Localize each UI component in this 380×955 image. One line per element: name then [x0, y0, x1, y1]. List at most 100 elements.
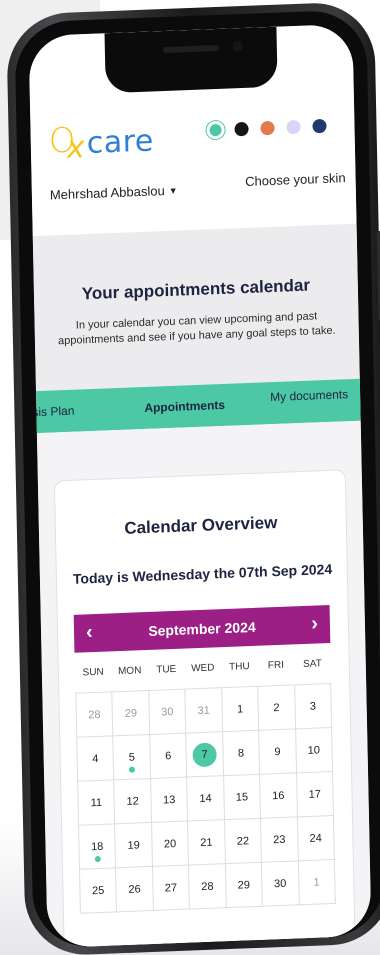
day-number: 16 — [272, 789, 285, 802]
day-number: 30 — [161, 705, 174, 719]
choose-skin-label: Choose your skin — [245, 170, 346, 189]
skin-swatch[interactable] — [234, 121, 249, 137]
calendar-day[interactable]: 12 — [114, 778, 152, 825]
calendar-day[interactable]: 30 — [149, 689, 187, 735]
calendar-day[interactable]: 17 — [296, 771, 334, 818]
tab-my-documents[interactable]: My documents — [270, 387, 348, 404]
camera-icon — [232, 40, 243, 52]
day-number: 18 — [90, 840, 104, 853]
day-number: 12 — [126, 794, 139, 808]
notch — [104, 26, 278, 94]
day-number: 3 — [309, 700, 317, 713]
hero-section: Your appointments calendar In your calen… — [32, 223, 360, 392]
weekday-label: SUN — [82, 666, 104, 679]
next-month-button[interactable]: › — [311, 612, 318, 635]
calendar-day[interactable]: 25 — [80, 868, 118, 914]
day-number: 28 — [88, 708, 101, 721]
day-number: 11 — [90, 796, 103, 809]
weekday-label: MON — [117, 664, 142, 677]
phone-mockup: O x care Mehrshad Abbaslou ▼ Choose your … — [6, 0, 380, 955]
calendar-day[interactable]: 6 — [150, 733, 188, 779]
day-number: 15 — [235, 790, 249, 804]
calendar-day[interactable]: 29 — [225, 862, 263, 909]
oxcare-logo[interactable]: O x care — [48, 118, 154, 178]
calendar-day[interactable]: 29 — [112, 690, 151, 737]
calendar-day[interactable]: 21 — [188, 820, 226, 866]
tab-basis-plan[interactable]: sis Plan — [32, 404, 74, 420]
day-number: 31 — [197, 704, 210, 717]
day-number: 17 — [308, 787, 322, 801]
day-number: 6 — [165, 749, 172, 762]
calendar-title: Calendar Overview — [124, 512, 278, 538]
goal-step-dot — [129, 766, 136, 773]
calendar-day[interactable]: 4 — [77, 736, 115, 782]
day-number: 1 — [313, 876, 320, 889]
day-number: 29 — [237, 878, 251, 892]
logo-letter-x: x — [66, 130, 86, 166]
skin-swatch[interactable] — [209, 123, 222, 137]
user-name: Mehrshad Abbaslou — [49, 183, 165, 203]
calendar-day[interactable]: 22 — [224, 818, 263, 865]
calendar-day[interactable]: 20 — [151, 821, 190, 867]
calendar-day[interactable]: 8 — [222, 730, 261, 777]
day-number: 23 — [273, 833, 286, 846]
calendar-day[interactable]: 16 — [260, 773, 298, 819]
calendar-widget: ‹ September 2024 › SUN MON TUE WED THU F… — [73, 604, 336, 914]
month-label: September 2024 — [148, 618, 256, 639]
user-menu[interactable]: Mehrshad Abbaslou ▼ — [49, 183, 178, 203]
calendar-day[interactable]: 13 — [150, 777, 189, 823]
calendar-day[interactable]: 9 — [259, 729, 297, 775]
day-number: 24 — [309, 831, 322, 845]
page-description: In your calendar you can view upcoming a… — [57, 310, 336, 348]
day-number: 1 — [236, 702, 244, 716]
day-number: 19 — [127, 838, 140, 852]
calendar-day[interactable]: 7 — [186, 732, 224, 778]
calendar-day[interactable]: 10 — [295, 727, 334, 774]
calendar-day[interactable]: 27 — [152, 865, 191, 911]
goal-step-dot — [94, 855, 101, 863]
day-number: 22 — [236, 834, 250, 848]
skin-swatch[interactable] — [312, 118, 327, 134]
calendar-day[interactable]: 28 — [189, 864, 227, 910]
weekday-label: SAT — [302, 657, 322, 670]
calendar-day[interactable]: 2 — [258, 685, 296, 731]
day-number: 28 — [201, 880, 214, 893]
tab-appointments[interactable]: Appointments — [144, 398, 225, 415]
weekday-label: WED — [191, 661, 215, 674]
calendar-day[interactable]: 1 — [221, 686, 260, 733]
day-number: 7 — [201, 748, 208, 761]
logo-word-care: care — [86, 123, 155, 162]
weekday-label: THU — [228, 660, 250, 673]
day-number: 2 — [273, 701, 280, 714]
skin-swatch[interactable] — [286, 119, 301, 135]
calendar-day[interactable]: 14 — [187, 776, 225, 822]
day-number: 13 — [162, 793, 176, 806]
today-text: Today is Wednesday the 07th Sep 2024 — [72, 560, 333, 587]
speaker-icon — [162, 44, 219, 54]
calendar-day[interactable]: 19 — [115, 822, 153, 869]
day-grid: 28 29 30 31 1 2 3 4 5 6 7 8 9 10 11 12 13 14 15 16 17 18 19 20 2… — [75, 682, 336, 914]
day-number: 20 — [163, 837, 177, 850]
calendar-day[interactable]: 28 — [76, 692, 114, 738]
calendar-day[interactable]: 30 — [262, 861, 300, 907]
day-number: 26 — [128, 882, 141, 896]
calendar-day[interactable]: 23 — [261, 817, 299, 863]
stage: O x care Mehrshad Abbaslou ▼ Choose your … — [0, 0, 380, 955]
calendar-day[interactable]: 24 — [297, 815, 335, 862]
day-number: 4 — [92, 752, 99, 765]
calendar-card: Calendar Overview Today is Wednesday the… — [53, 469, 357, 949]
day-number: 21 — [200, 836, 213, 849]
calendar-day[interactable]: 5 — [113, 734, 151, 781]
calendar-day[interactable]: 18 — [79, 824, 117, 870]
skin-picker — [208, 118, 327, 138]
calendar-day[interactable]: 3 — [294, 683, 333, 730]
calendar-day[interactable]: 11 — [78, 780, 116, 826]
day-number: 5 — [128, 751, 135, 764]
day-number: 10 — [307, 743, 321, 757]
calendar-day[interactable]: 31 — [185, 688, 223, 734]
calendar-day[interactable]: 15 — [223, 774, 262, 821]
calendar-day[interactable]: 26 — [116, 866, 154, 913]
skin-swatch[interactable] — [260, 120, 275, 136]
page-title: Your appointments calendar — [81, 275, 311, 304]
calendar-day[interactable]: 1 — [298, 859, 336, 906]
